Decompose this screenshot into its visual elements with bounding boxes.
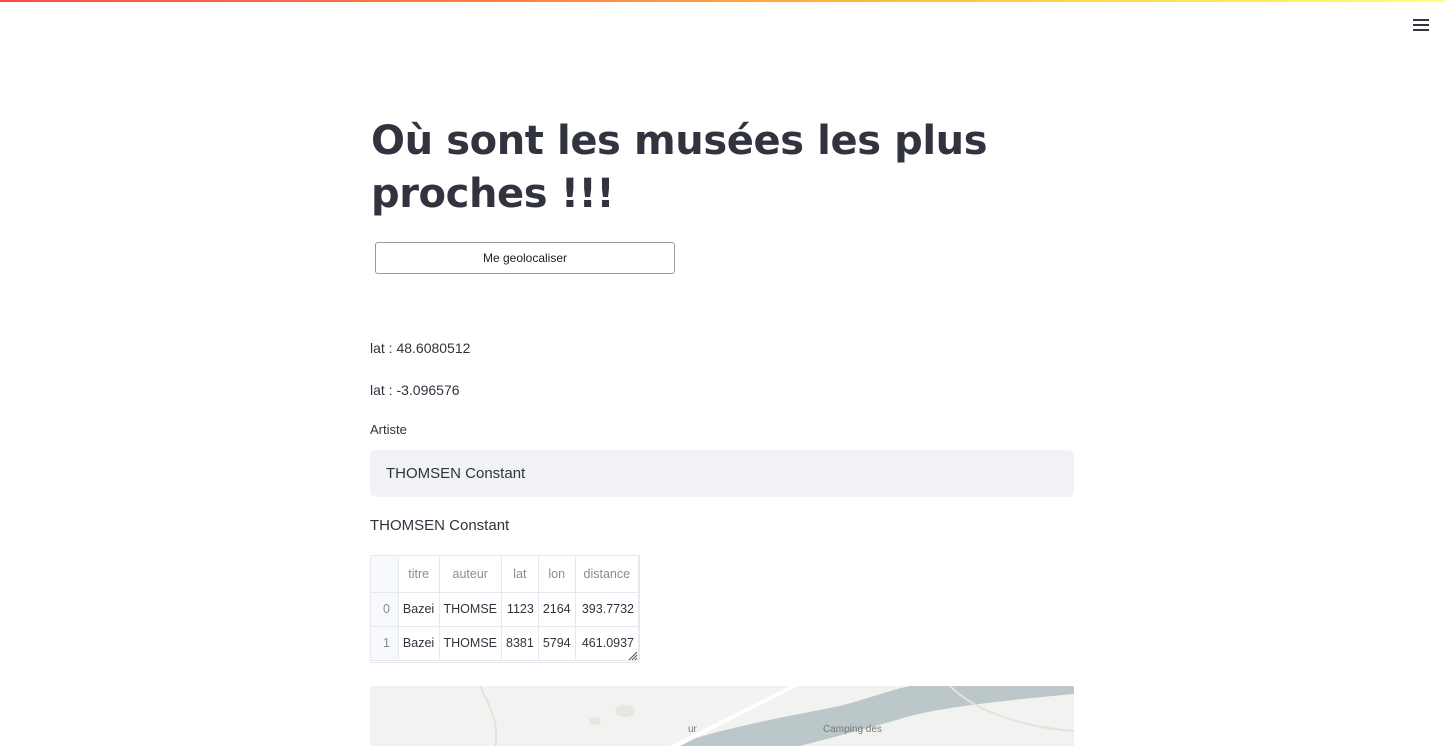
row-index: 1 bbox=[371, 626, 399, 661]
column-header[interactable]: lat bbox=[501, 556, 539, 593]
table-row: 1 Bazei THOMSE 8381 5794 461.0937 bbox=[371, 626, 639, 661]
page-title: Où sont les musées les plus proches !!! bbox=[371, 118, 988, 217]
results-table: titre auteur lat lon distance 0 Bazei TH… bbox=[371, 556, 639, 661]
column-header[interactable]: lon bbox=[538, 556, 576, 593]
table-cell[interactable]: 8381 bbox=[501, 626, 539, 661]
table-header-row: titre auteur lat lon distance bbox=[371, 556, 639, 593]
longitude-text: lat : -3.096576 bbox=[370, 382, 460, 398]
artist-echo-text: THOMSEN Constant bbox=[370, 517, 510, 534]
row-index: 0 bbox=[371, 592, 399, 627]
table-cell[interactable]: 5794 bbox=[538, 626, 576, 661]
table-row: 0 Bazei THOMSE 1123 2164 393.7732 bbox=[371, 592, 639, 627]
table-cell[interactable]: 393.7732 bbox=[575, 592, 639, 627]
artist-input[interactable]: THOMSEN Constant bbox=[370, 450, 1074, 497]
table-cell[interactable]: THOMSE bbox=[439, 592, 503, 627]
column-header[interactable]: auteur bbox=[439, 556, 503, 593]
column-header[interactable]: distance bbox=[575, 556, 639, 593]
resize-handle-icon[interactable] bbox=[628, 651, 638, 661]
table-cell[interactable]: 2164 bbox=[538, 592, 576, 627]
map-tiles bbox=[370, 686, 1074, 746]
results-dataframe[interactable]: titre auteur lat lon distance 0 Bazei TH… bbox=[370, 555, 640, 663]
index-header bbox=[371, 556, 399, 593]
artist-label: Artiste bbox=[370, 422, 407, 437]
latitude-text: lat : 48.6080512 bbox=[370, 340, 471, 356]
column-header[interactable]: titre bbox=[398, 556, 440, 593]
table-cell[interactable]: Bazei bbox=[398, 626, 440, 661]
geolocate-button[interactable]: Me geolocaliser bbox=[375, 242, 675, 274]
hamburger-menu-icon[interactable] bbox=[1410, 14, 1432, 36]
map-place-label: Camping des bbox=[823, 724, 882, 735]
table-cell[interactable]: 1123 bbox=[501, 592, 539, 627]
table-cell[interactable]: Bazei bbox=[398, 592, 440, 627]
top-decoration-bar bbox=[0, 0, 1445, 2]
map-place-label: ur bbox=[688, 724, 697, 735]
map-view[interactable]: Camping des ur bbox=[370, 686, 1074, 746]
table-cell[interactable]: THOMSE bbox=[439, 626, 503, 661]
